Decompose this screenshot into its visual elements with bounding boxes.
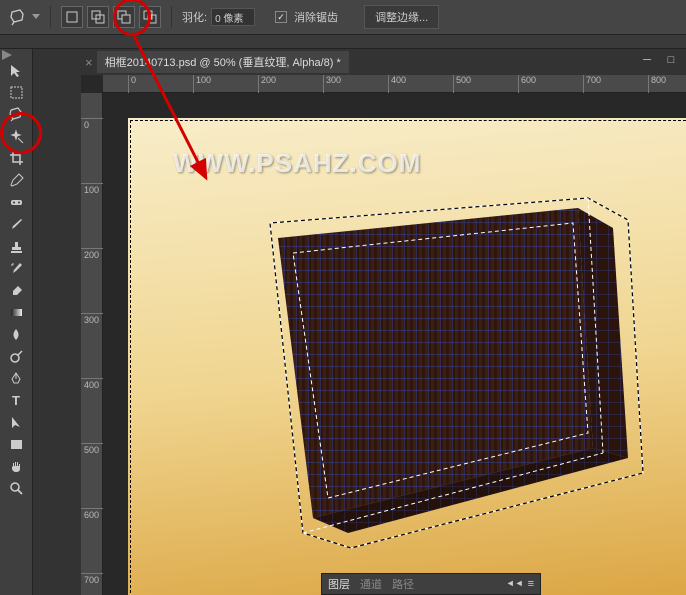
panel-collapse-icon[interactable]: ◄◄ — [506, 578, 524, 590]
rect-marquee-tool[interactable] — [4, 81, 28, 103]
panel-tab-layers[interactable]: 图层 — [328, 576, 350, 592]
stamp-tool[interactable] — [4, 235, 28, 257]
antialias-checkbox[interactable]: ✓ — [275, 11, 287, 23]
panel-tab-paths[interactable]: 路径 — [392, 576, 414, 592]
type-tool[interactable]: T — [4, 389, 28, 411]
canvas[interactable]: WWW.PSAHZ.COM — [128, 118, 686, 595]
selection-new[interactable] — [61, 6, 83, 28]
gradient-tool[interactable] — [4, 301, 28, 323]
blur-tool[interactable] — [4, 323, 28, 345]
dodge-tool[interactable] — [4, 345, 28, 367]
svg-text:T: T — [12, 393, 20, 408]
panel-menu-icon[interactable]: ≡ — [528, 578, 534, 590]
feather-input[interactable] — [211, 8, 255, 26]
ruler-horizontal: 0100200300400500600700800 — [103, 75, 686, 93]
maximize-button[interactable]: □ — [662, 52, 680, 68]
polygon-lasso-tool-icon — [8, 7, 28, 27]
minimize-button[interactable]: ─ — [638, 52, 656, 68]
brush-tool[interactable] — [4, 213, 28, 235]
feather-label: 羽化: — [182, 9, 207, 25]
path-select-tool[interactable] — [4, 411, 28, 433]
selection-add[interactable] — [87, 6, 109, 28]
pen-tool[interactable] — [4, 367, 28, 389]
crop-tool[interactable] — [4, 147, 28, 169]
healing-tool[interactable] — [4, 191, 28, 213]
antialias-label: 消除锯齿 — [294, 9, 338, 25]
layers-panel-tab-bar[interactable]: 图层 通道 路径 ◄◄ ≡ — [321, 573, 541, 595]
eyedropper-tool[interactable] — [4, 169, 28, 191]
rectangle-tool[interactable] — [4, 433, 28, 455]
polygon-lasso-tool[interactable] — [4, 103, 28, 125]
hand-tool[interactable] — [4, 455, 28, 477]
tools-panel: T — [0, 49, 33, 595]
selection-intersect[interactable] — [139, 6, 161, 28]
refine-edge-button[interactable]: 调整边缘... — [364, 5, 439, 29]
document-tab[interactable]: 相框20140713.psd @ 50% (垂直纹理, Alpha/8) * — [97, 51, 349, 73]
selection-subtract[interactable] — [113, 6, 135, 28]
ruler-vertical: 0100200300400500600700 — [81, 93, 103, 595]
panel-tab-channels[interactable]: 通道 — [360, 576, 382, 592]
history-brush-tool[interactable] — [4, 257, 28, 279]
doc-close-x[interactable]: × — [85, 55, 93, 70]
move-tool[interactable] — [4, 59, 28, 81]
document-title: 相框20140713.psd @ 50% (垂直纹理, Alpha/8) * — [105, 54, 341, 70]
magic-wand-tool[interactable] — [4, 125, 28, 147]
3d-block — [248, 198, 668, 595]
zoom-tool[interactable] — [4, 477, 28, 499]
eraser-tool[interactable] — [4, 279, 28, 301]
tool-dropdown-icon[interactable] — [32, 14, 40, 20]
watermark: WWW.PSAHZ.COM — [173, 148, 421, 179]
